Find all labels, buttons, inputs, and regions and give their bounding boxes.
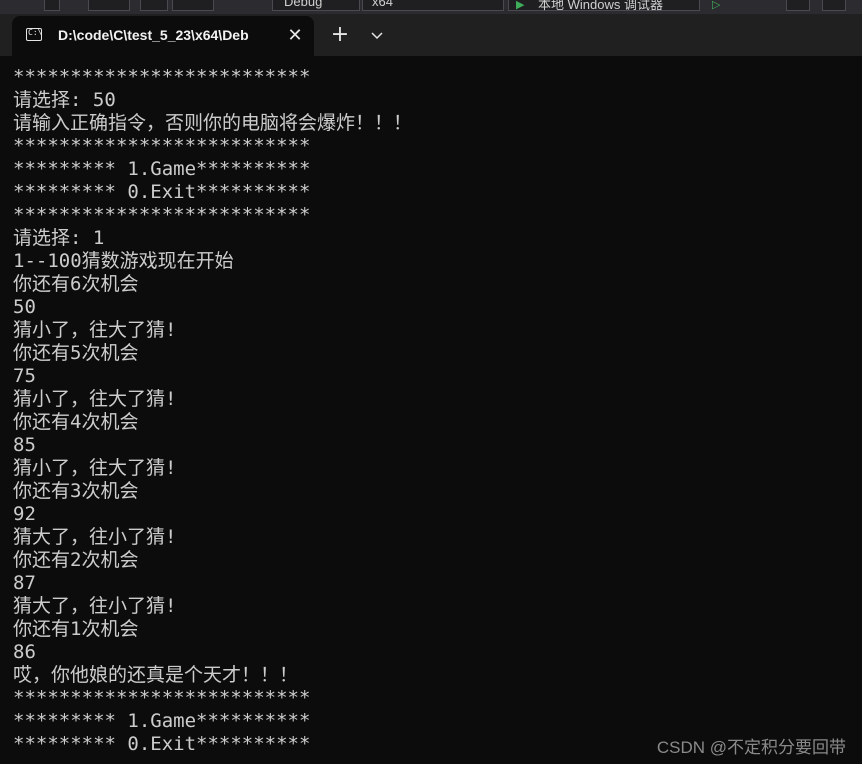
ide-toolbar-button [172, 0, 214, 11]
chevron-down-icon [371, 32, 383, 40]
tab-terminal[interactable]: C:\ D:\code\C\test_5_23\x64\Deb ✕ [12, 16, 314, 56]
console-line: 请选择: 50 [13, 89, 116, 111]
console-line: 1--100猜数游戏现在开始 [13, 250, 234, 272]
console-line: 50 [13, 296, 36, 318]
console-line: 你还有4次机会 [13, 411, 139, 433]
watermark: CSDN @不定积分要回带 [656, 738, 846, 757]
console-line: ************************** [13, 204, 311, 226]
console-line: 86 [13, 641, 36, 663]
background-ide-toolbar: Debug x64 ▶ 本地 Windows 调试器 ▷ [0, 0, 862, 14]
console-line: 85 [13, 434, 36, 456]
console-line: ************************** [13, 66, 311, 88]
console-line: 猜大了，往小了猜! [13, 526, 177, 548]
ide-platform-label: x64 [372, 0, 393, 9]
console-line: 75 [13, 365, 36, 387]
console-line: ********* 0.Exit********** [13, 181, 311, 203]
ide-toolbar-button [786, 0, 810, 11]
console-line: 你还有6次机会 [13, 273, 139, 295]
console-line: ************************** [13, 135, 311, 157]
console-line: 哎，你他娘的还真是个天才！！！ [13, 664, 299, 686]
console-line: 猜小了，往大了猜! [13, 319, 177, 341]
console-line: 你还有3次机会 [13, 480, 139, 502]
console-line: 猜小了，往大了猜! [13, 388, 177, 410]
console-line: 你还有1次机会 [13, 618, 139, 640]
console-line: 猜大了，往小了猜! [13, 595, 177, 617]
console-line: 请输入正确指令，否则你的电脑将会爆炸！！！ [13, 112, 413, 134]
console-line: ********* 1.Game********** [13, 710, 311, 732]
command-prompt-icon: C:\ [26, 28, 42, 41]
console-line: 你还有2次机会 [13, 549, 139, 571]
console-output[interactable]: ************************** 请选择: 50 请输入正确指令… [13, 66, 853, 756]
ide-debugger-label: 本地 Windows 调试器 [538, 0, 663, 12]
play-outline-icon: ▷ [712, 0, 721, 11]
console-line: 92 [13, 503, 36, 525]
play-icon: ▶ [516, 0, 525, 11]
new-tab-button[interactable]: + [326, 24, 354, 48]
ide-toolbar-button [88, 0, 130, 11]
ide-toolbar-button [140, 0, 168, 11]
console-line: 请选择: 1 [13, 227, 105, 249]
console-line: ************************** [13, 687, 311, 709]
tab-title: D:\code\C\test_5_23\x64\Deb [58, 27, 249, 43]
console-line: 87 [13, 572, 36, 594]
ide-config-label: Debug [284, 0, 323, 9]
close-icon[interactable]: ✕ [284, 25, 306, 47]
tab-dropdown-button[interactable] [364, 26, 390, 46]
console-line: ********* 1.Game********** [13, 158, 311, 180]
console-line: 你还有5次机会 [13, 342, 139, 364]
ide-toolbar-button [822, 0, 846, 11]
terminal-window: Debug x64 ▶ 本地 Windows 调试器 ▷ C:\ D:\code… [0, 0, 862, 764]
tab-bar: C:\ D:\code\C\test_5_23\x64\Deb ✕ + [0, 14, 862, 56]
ide-toolbar-button [44, 0, 60, 11]
console-line: 猜小了，往大了猜! [13, 457, 177, 479]
plus-icon: + [330, 22, 350, 47]
